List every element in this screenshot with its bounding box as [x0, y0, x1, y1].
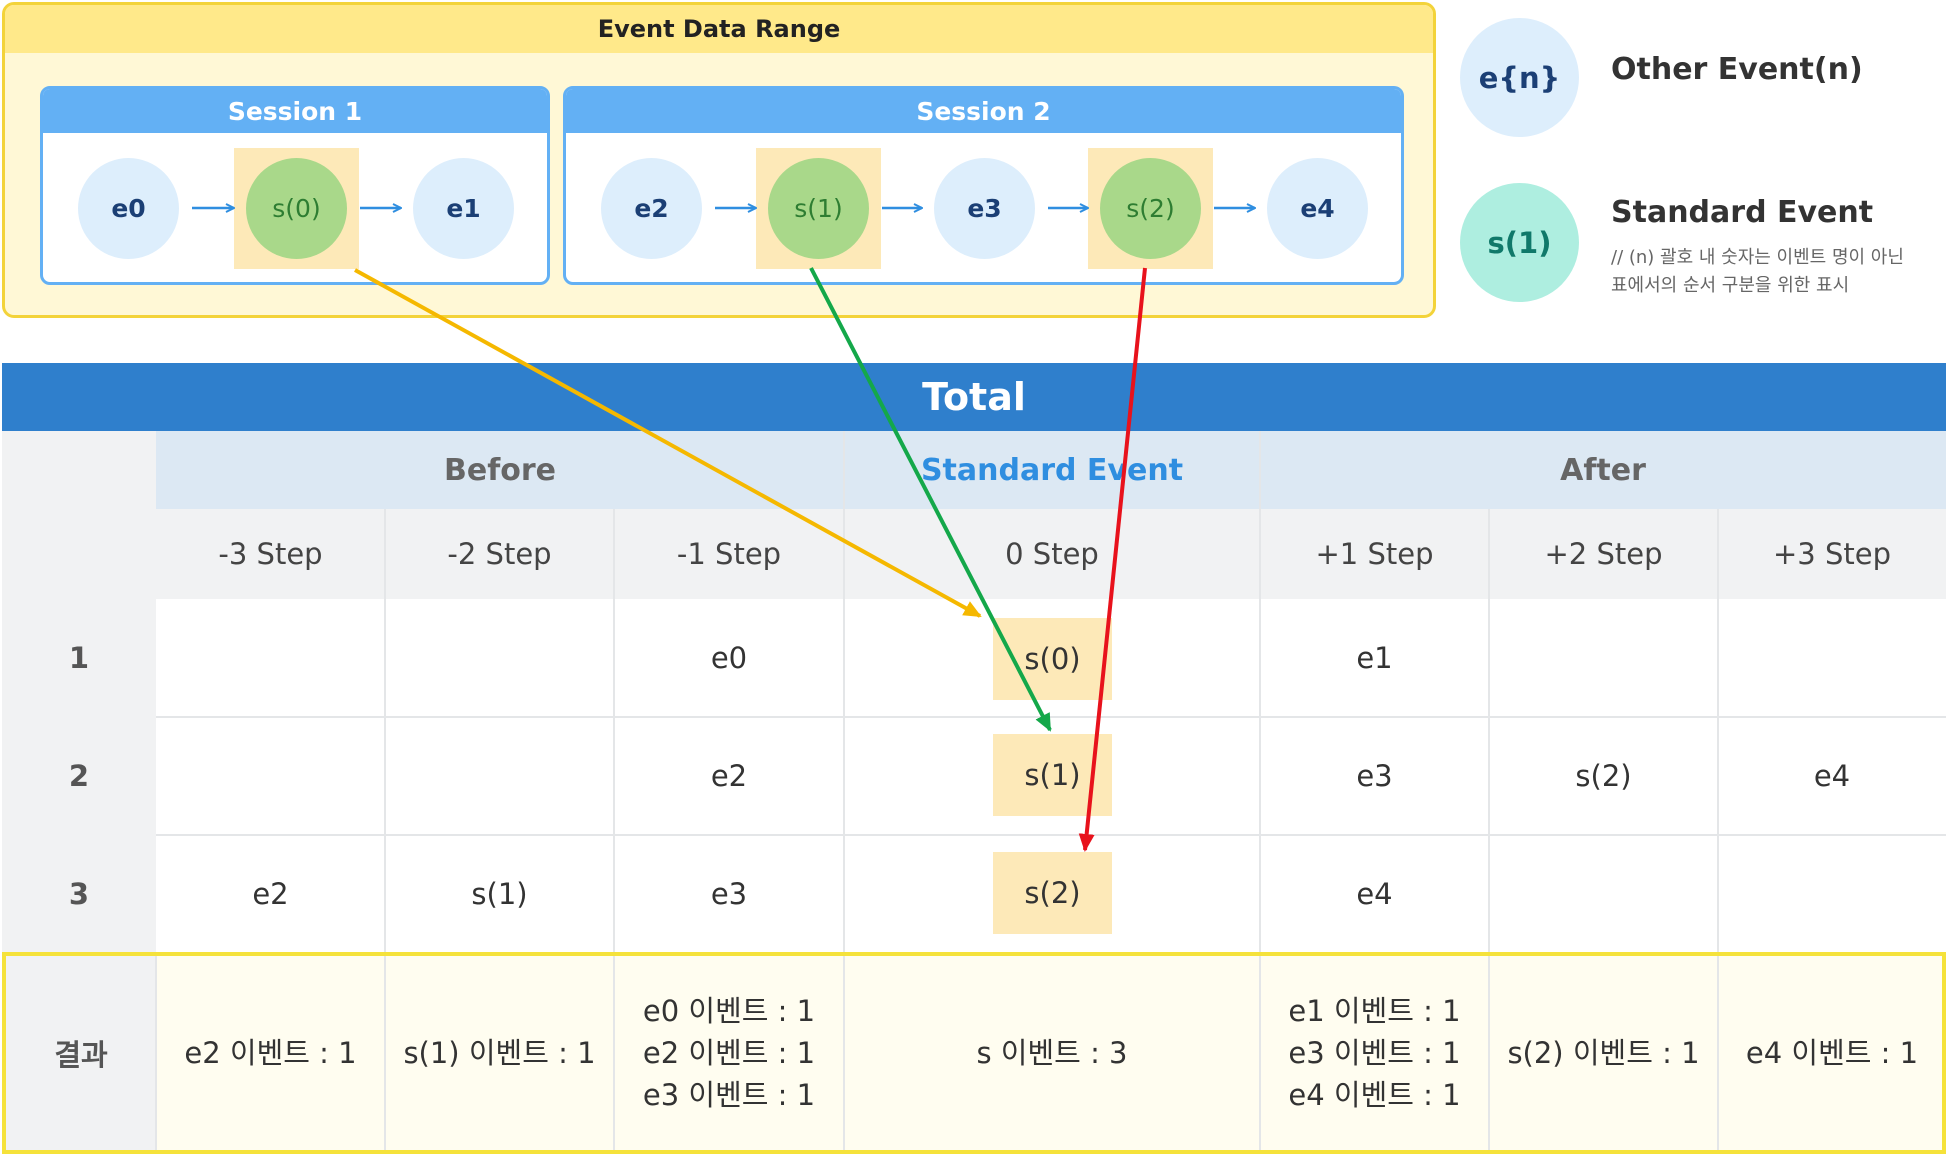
result-cell: s(2) 이벤트 : 1 — [1489, 956, 1718, 1150]
group-after: After — [1260, 431, 1946, 509]
result-cell: e0 이벤트 : 1 e2 이벤트 : 1 e3 이벤트 : 1 — [614, 956, 844, 1150]
table-cell: e2 — [252, 876, 289, 911]
table-cell — [1489, 599, 1718, 717]
result-cell: s(1) 이벤트 : 1 — [385, 956, 614, 1150]
standard-node-s1: s(1) — [768, 158, 869, 259]
session-1-title: Session 1 — [43, 89, 547, 133]
event-data-range-title: Event Data Range — [5, 5, 1433, 53]
table-cell: e3 — [1356, 759, 1393, 793]
step-header: 0 Step — [844, 509, 1260, 599]
table-cell — [1718, 835, 1946, 952]
table-cell — [385, 599, 614, 717]
table-cell: e0 — [710, 641, 748, 675]
result-cell: s 이벤트 : 3 — [844, 956, 1260, 1150]
legend-note-line: // (n) 괄호 내 숫자는 이벤트 명이 아닌 — [1611, 247, 1904, 268]
result-cell: e4 이벤트 : 1 — [1718, 956, 1946, 1150]
table-cell: e3 — [710, 876, 748, 911]
step-header: -1 Step — [614, 509, 844, 599]
result-cell: e1 이벤트 : 1 e3 이벤트 : 1 e4 이벤트 : 1 — [1260, 956, 1489, 1150]
step-header: -2 Step — [385, 509, 614, 599]
step-header: +1 Step — [1260, 509, 1489, 599]
table-cell: e4 — [1813, 759, 1851, 793]
result-line: e2 이벤트 : 1 — [184, 1036, 357, 1070]
table-cell: e1 — [1356, 641, 1393, 675]
result-cell: e2 이벤트 : 1 — [156, 956, 385, 1150]
result-line: s(1) 이벤트 : 1 — [403, 1036, 596, 1070]
table-cell — [1489, 835, 1718, 952]
session-2-title: Session 2 — [566, 89, 1401, 133]
group-standard-event: Standard Event — [844, 431, 1260, 509]
legend-note-line: 표에서의 순서 구분을 위한 표시 — [1611, 275, 1850, 296]
result-label: 결과 — [6, 956, 156, 1150]
event-node-e0: e0 — [78, 158, 179, 259]
table-cell — [156, 599, 385, 717]
event-node-e3: e3 — [934, 158, 1035, 259]
result-line: s(2) 이벤트 : 1 — [1507, 1036, 1700, 1070]
result-line: e3 이벤트 : 1 — [1288, 1036, 1461, 1070]
table-cell: e2 — [710, 759, 748, 793]
step-header: -3 Step — [156, 509, 385, 599]
event-node-e2: e2 — [601, 158, 702, 259]
legend-standard-label: Standard Event — [1611, 195, 1874, 230]
table-cell — [385, 717, 614, 835]
table-cell — [156, 717, 385, 835]
group-before: Before — [156, 431, 844, 509]
step-header: +3 Step — [1718, 509, 1946, 599]
event-node-e4: e4 — [1267, 158, 1368, 259]
result-line: e3 이벤트 : 1 — [642, 1078, 816, 1112]
legend-standard-symbol: s(1) — [1460, 183, 1579, 302]
table-cell: s(1) — [471, 876, 528, 911]
table-cell: e4 — [1356, 876, 1393, 911]
result-line: s 이벤트 : 3 — [976, 1036, 1128, 1070]
table-title: Total — [2, 363, 1946, 431]
step-header: +2 Step — [1489, 509, 1718, 599]
table-corner — [2, 431, 156, 599]
result-line: e4 이벤트 : 1 — [1745, 1036, 1919, 1070]
row-label: 3 — [2, 835, 156, 952]
result-line: e4 이벤트 : 1 — [1288, 1078, 1461, 1112]
row-label: 1 — [2, 599, 156, 717]
row-label: 2 — [2, 717, 156, 835]
event-node-e1: e1 — [413, 158, 514, 259]
result-line: e0 이벤트 : 1 — [642, 994, 816, 1028]
result-line: e1 이벤트 : 1 — [1288, 994, 1461, 1028]
standard-event-cell: s(2) — [993, 852, 1112, 934]
standard-event-cell: s(0) — [993, 618, 1112, 700]
result-line: e2 이벤트 : 1 — [642, 1036, 816, 1070]
legend-other-symbol: e{n} — [1460, 18, 1579, 137]
legend-note: // (n) 괄호 내 숫자는 이벤트 명이 아닌 표에서의 순서 구분을 위한… — [1611, 244, 1904, 300]
table-cell — [1718, 599, 1946, 717]
standard-event-cell: s(1) — [993, 734, 1112, 816]
table-cell: s(2) — [1575, 759, 1632, 793]
standard-node-s2: s(2) — [1100, 158, 1201, 259]
legend-other-label: Other Event(n) — [1611, 52, 1863, 87]
standard-node-s0: s(0) — [246, 158, 347, 259]
event-data-range: Event Data Range Session 1 Session 2 e0 … — [2, 2, 1436, 318]
